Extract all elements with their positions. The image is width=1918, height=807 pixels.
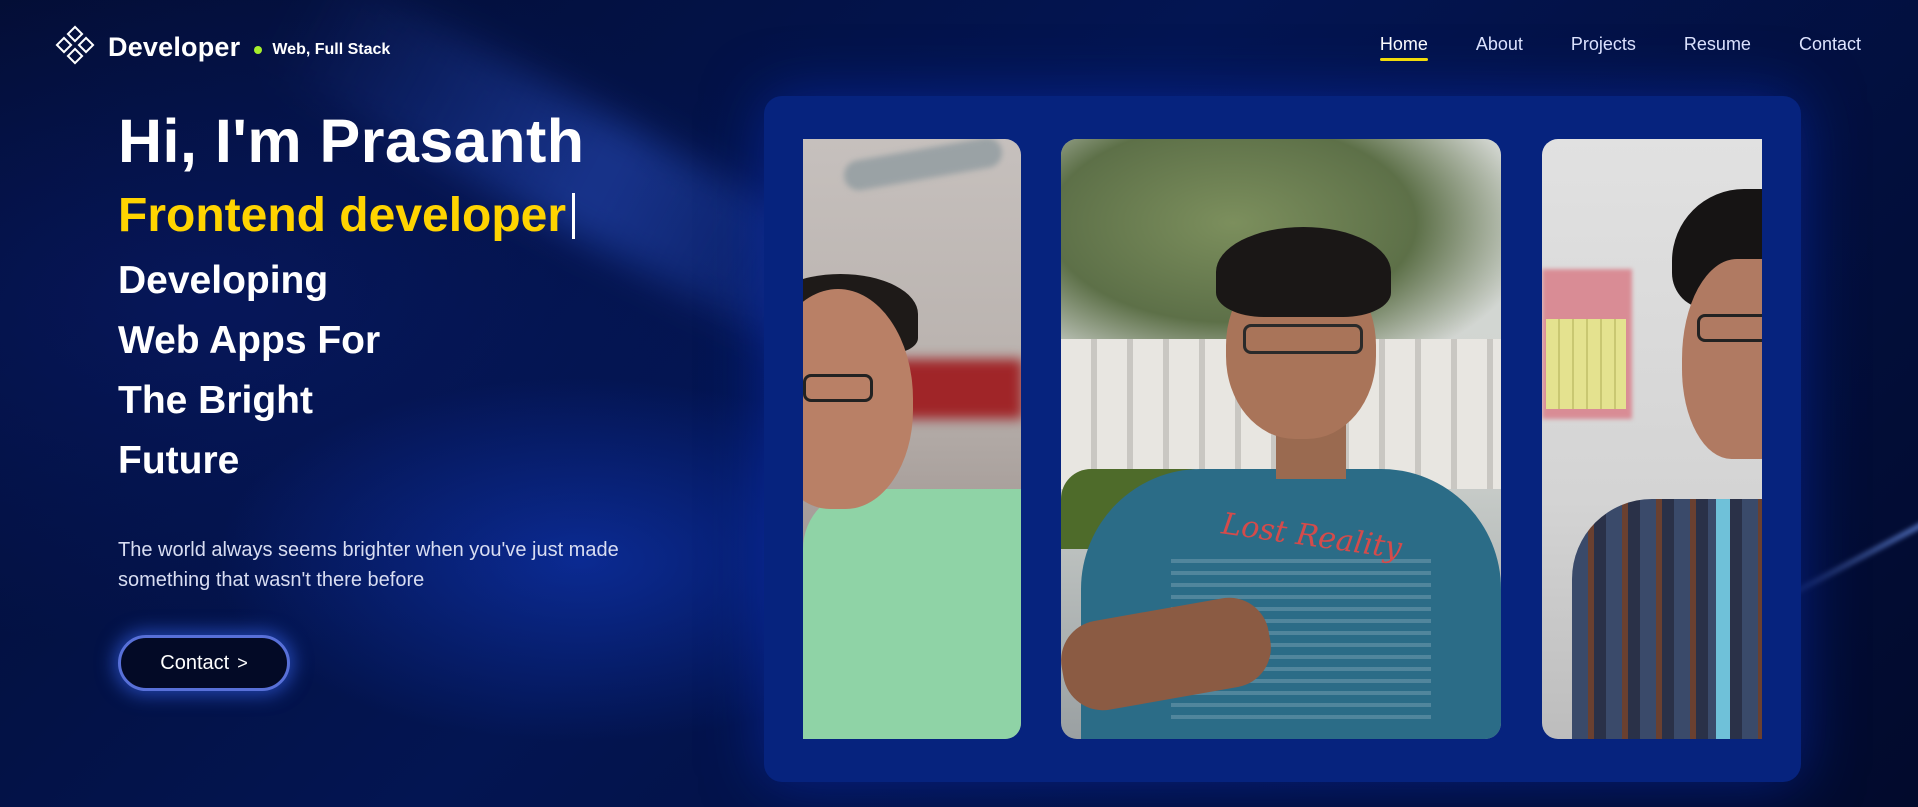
carousel-slide-next[interactable] (1542, 139, 1762, 739)
hero-headline: Developing Web Apps For The Bright Futur… (118, 251, 678, 491)
contact-button[interactable]: Contact > (118, 635, 290, 691)
nav-projects[interactable]: Projects (1571, 34, 1636, 61)
carousel-slide-previous[interactable] (803, 139, 1021, 739)
nav-contact[interactable]: Contact (1799, 34, 1861, 61)
hero-section: Hi, I'm Prasanth Frontend developer Deve… (118, 105, 678, 691)
portrait-photo (1542, 139, 1762, 739)
headline-line: Web Apps For (118, 319, 381, 362)
typed-role-text: Frontend developer (118, 189, 567, 242)
carousel-slide-active[interactable]: Lost Reality (1061, 139, 1501, 739)
brand[interactable]: Developer Web, Full Stack (54, 25, 391, 68)
contact-button-label: Contact (160, 651, 230, 674)
hero-role: Frontend developer (118, 187, 678, 245)
chevron-right-icon: > (237, 652, 248, 673)
status-dot (254, 46, 263, 54)
headline-line: The Bright (118, 379, 313, 422)
nav-resume[interactable]: Resume (1684, 34, 1751, 61)
portrait-photo: Lost Reality (1061, 139, 1501, 739)
typing-cursor (572, 193, 576, 239)
brand-name: Developer (108, 31, 241, 62)
headline-line: Developing (118, 259, 329, 302)
headline-line: Future (118, 439, 240, 482)
nav-about[interactable]: About (1476, 34, 1523, 61)
brand-tagline: Web, Full Stack (272, 41, 391, 58)
photo-carousel[interactable]: Lost Reality (764, 96, 1801, 782)
portrait-photo (803, 139, 1021, 739)
nav-home[interactable]: Home (1379, 34, 1428, 61)
diamond-logo-icon (54, 25, 96, 68)
hero-quote: The world always seems brighter when you… (118, 539, 619, 591)
main-nav: Home About Projects Resume Contact (1379, 34, 1861, 61)
hero-greeting: Hi, I'm Prasanth (118, 107, 585, 175)
site-header: Developer Web, Full Stack Home About Pro… (0, 0, 1918, 92)
